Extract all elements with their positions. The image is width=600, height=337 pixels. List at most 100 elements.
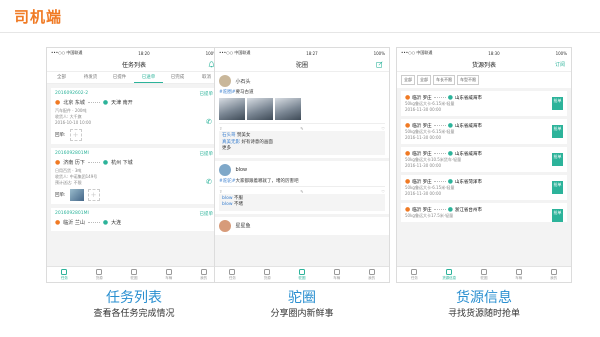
- caption-subtitle: 分享圈内新鲜事: [270, 309, 334, 319]
- post-image[interactable]: [219, 98, 245, 120]
- origin-text: 临沂 兰山: [63, 220, 85, 226]
- cargo-card[interactable]: ● 临沂 罗庄 ● 山东省威海市 50kg鲁远大卡10.5米货车·轻量 2016-11…: [401, 147, 567, 172]
- avatar[interactable]: [219, 219, 231, 232]
- more-comments-link[interactable]: 更多: [222, 146, 382, 153]
- bottom-tab-vehicle[interactable]: 车辆: [151, 267, 186, 282]
- receipt-thumbnail[interactable]: [69, 189, 84, 201]
- comment-author[interactable]: 真美无影: [222, 140, 240, 145]
- route-dots: [433, 209, 446, 210]
- bottom-tab-label: 驼圈: [130, 275, 138, 280]
- comment-author[interactable]: blow: [222, 202, 233, 207]
- bottom-tab-vehicle[interactable]: 车辆: [319, 267, 354, 282]
- task-card[interactable]: 2016092801MI 已提单 ● 临沂 兰山 ● 大连: [51, 208, 217, 231]
- cargo-card[interactable]: ● 临沂 罗庄 ● 浙江省台州市 50kg鲁远大卡17.5米·轻量 抢单: [401, 203, 567, 222]
- carrier-text: •••○○ 中国联通: [51, 50, 83, 55]
- caption-subtitle: 寻找货源随时抢单: [447, 309, 520, 319]
- caption-title: 任务列表: [106, 290, 162, 306]
- bottom-tab-task[interactable]: 任务: [397, 267, 432, 282]
- comment-author[interactable]: blow: [222, 196, 233, 201]
- bottom-tab-vehicle[interactable]: 车辆: [501, 267, 536, 282]
- post-text: 要马古道: [235, 90, 254, 95]
- nav-bar: 驼圈: [215, 58, 389, 72]
- like-icon[interactable]: ♡: [381, 126, 385, 131]
- tab-delivered[interactable]: 已送单: [134, 72, 163, 83]
- bottom-tab-me[interactable]: 我的: [354, 267, 389, 282]
- share-icon[interactable]: ⇪: [219, 189, 222, 194]
- destination-text: 山东省威海市: [454, 151, 482, 157]
- origin-text: 临沂 罗庄: [412, 179, 432, 185]
- cargo-route: ● 临沂 罗庄 ● 山东省威海市: [405, 94, 563, 101]
- bottom-tab-cargo[interactable]: 货源: [250, 267, 285, 282]
- bottom-tab-me[interactable]: 我的: [536, 267, 571, 282]
- add-receipt-button[interactable]: +: [87, 189, 100, 201]
- nav-title: 任务列表: [121, 62, 146, 69]
- date-text: 2016-11-30 00:00: [405, 163, 442, 168]
- bottom-tab-cargo[interactable]: 货源: [82, 267, 117, 282]
- filter-type[interactable]: 车型不限: [457, 75, 479, 85]
- post-topic[interactable]: #驼圈#: [219, 90, 236, 95]
- cargo-card[interactable]: ● 临沂 罗庄 ● 山东省威海市 50kg鲁远大卡·6.15米·轻量 2016-11-…: [401, 91, 567, 116]
- bottom-tab-label: 我的: [368, 275, 376, 280]
- comment-author[interactable]: 石头哥: [222, 133, 236, 138]
- truck-icon: [333, 268, 340, 275]
- user-icon: [200, 268, 207, 275]
- bottom-tab-circle[interactable]: 驼圈: [285, 267, 320, 282]
- post-username[interactable]: 星星鱼: [235, 222, 250, 229]
- cargo-card[interactable]: ● 临沂 罗庄 ● 山东省菏泽市 50kg鲁远大卡·6.15米·轻量 2016-11-…: [401, 175, 567, 200]
- feed-post: blow #驼驼#大家都跟着哪就了，堵的厉害吧 ⇪ ✎ ♡ blow 不服 bl…: [215, 160, 389, 214]
- clock-text: 18:27: [306, 50, 318, 56]
- grab-order-button[interactable]: 抢单: [552, 125, 563, 138]
- task-card[interactable]: 2016092801MI 已提单 ● 济南 历下 ● 杭州 下城 日用百货 · 3…: [51, 148, 217, 204]
- comment-list: 石头哥 赞美女 真美无影 好有诗意的画面 更多: [219, 131, 385, 155]
- post-topic[interactable]: #驼驼#: [219, 179, 236, 184]
- post-image[interactable]: [247, 98, 273, 120]
- cargo-card[interactable]: ● 临沂 罗庄 ● 山东省威海市 50kg鲁远大卡·6.15米·轻量 2016-11-…: [401, 119, 567, 144]
- tab-picked[interactable]: 已提件: [105, 72, 134, 83]
- filter-destination[interactable]: 全部: [417, 75, 431, 85]
- bottom-tab-label: 任务: [228, 275, 236, 280]
- header-divider: [0, 32, 600, 33]
- grab-order-button[interactable]: 抢单: [552, 97, 563, 110]
- bottom-tab-cargo[interactable]: 货源信息: [432, 267, 467, 282]
- comment-icon[interactable]: ✎: [300, 126, 303, 131]
- tab-all[interactable]: 全部: [47, 72, 76, 83]
- task-status: 已提单: [199, 152, 214, 157]
- task-icon: [229, 268, 236, 275]
- compose-icon[interactable]: [376, 61, 383, 68]
- post-image[interactable]: [275, 98, 301, 120]
- tab-pending[interactable]: 待发货: [76, 72, 105, 83]
- task-id: 2016092602-2: [55, 91, 89, 96]
- phone-icon[interactable]: ✆: [206, 178, 212, 186]
- comment-icon[interactable]: ✎: [300, 189, 303, 194]
- bottom-tab-task[interactable]: 任务: [47, 267, 82, 282]
- nav-bar: 货源列表 订阅: [397, 58, 571, 72]
- filter-length[interactable]: 车长不限: [433, 75, 455, 85]
- subscribe-button[interactable]: 订阅: [555, 61, 565, 68]
- share-icon[interactable]: ⇪: [219, 126, 222, 131]
- date-text: 2016-11-30 00:00: [405, 135, 442, 140]
- cargo-icon: [264, 268, 271, 275]
- bottom-tab-task[interactable]: 任务: [215, 267, 250, 282]
- post-username[interactable]: 小石头: [235, 78, 250, 85]
- phone-task-list: •••○○ 中国联通 18:20 100% 任务列表 全部 待发货 已提件 已送…: [46, 47, 222, 283]
- post-username[interactable]: blow: [235, 167, 247, 173]
- avatar[interactable]: [219, 75, 231, 87]
- grab-order-button[interactable]: 抢单: [552, 153, 563, 166]
- avatar[interactable]: [219, 163, 231, 176]
- bottom-tab-circle[interactable]: 驼圈: [117, 267, 152, 282]
- destination-pin-icon: ●: [102, 159, 109, 166]
- tab-completed[interactable]: 已完成: [163, 72, 192, 83]
- truck-icon: [515, 268, 522, 275]
- task-card[interactable]: 2016092602-2 已提单 ● 北京 东城 ● 天津 南开 汽车配件 · 2…: [51, 88, 217, 144]
- like-icon[interactable]: ♡: [381, 189, 385, 194]
- circle-icon: [130, 268, 137, 275]
- filter-origin[interactable]: 全部: [401, 75, 415, 85]
- status-bar: •••○○ 中国联通 18:27 100%: [215, 48, 389, 58]
- grab-order-button[interactable]: 抢单: [552, 209, 563, 222]
- grab-order-button[interactable]: 抢单: [552, 181, 563, 194]
- phone-icon[interactable]: ✆: [206, 118, 212, 126]
- bottom-tab-circle[interactable]: 驼圈: [467, 267, 502, 282]
- origin-text: 济南 历下: [63, 160, 85, 166]
- cargo-route: ● 临沂 罗庄 ● 山东省威海市: [405, 122, 563, 129]
- add-receipt-button[interactable]: +: [69, 129, 82, 141]
